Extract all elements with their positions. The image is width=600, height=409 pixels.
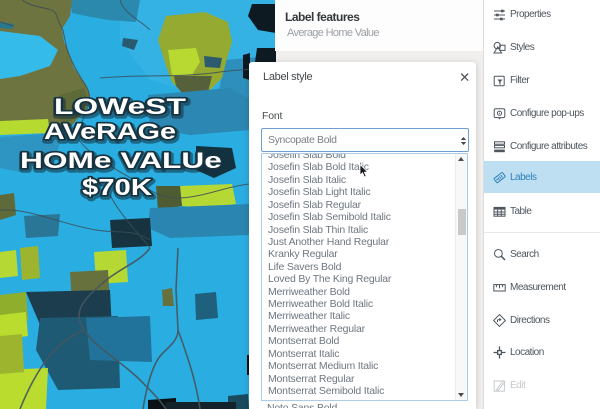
svg-text:$70K: $70K: [82, 174, 152, 200]
svg-text:HOMe VALUe: HOMe VALUe: [20, 148, 222, 173]
svg-text:AVeRAGe: AVeRAGe: [44, 120, 176, 144]
svg-text:LOWeST: LOWeST: [54, 94, 186, 119]
